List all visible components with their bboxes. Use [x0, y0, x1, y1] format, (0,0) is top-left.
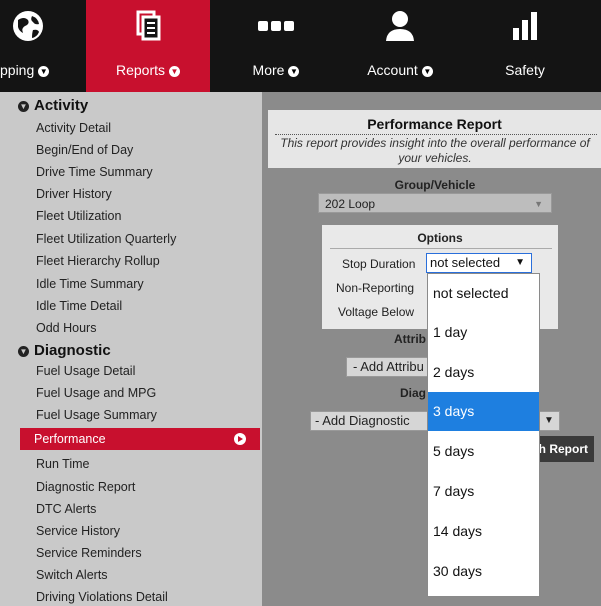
user-icon — [386, 11, 414, 41]
menu-item[interactable]: Run Time — [36, 457, 90, 471]
dropdown-option[interactable]: 30 days — [428, 552, 539, 591]
nav-item-safety[interactable]: Safety — [470, 0, 580, 92]
menu-item[interactable]: Diagnostic Report — [36, 480, 135, 494]
options-title: Options — [417, 231, 463, 245]
document-icon — [136, 10, 161, 41]
menu-item[interactable]: Idle Time Detail — [36, 299, 122, 313]
category-activity[interactable]: ▼ Activity — [18, 97, 88, 114]
menu-item[interactable]: Fleet Hierarchy Rollup — [36, 254, 160, 268]
menu-item[interactable]: Idle Time Summary — [36, 277, 144, 291]
chevron-down-icon: ▼ — [421, 66, 433, 77]
menu-item[interactable]: Service History — [36, 524, 120, 538]
generate-report-button[interactable]: h Report — [538, 436, 594, 462]
stop-duration-select[interactable]: not selected ▼ — [426, 253, 532, 273]
menu-item[interactable]: Driving Violations Detail — [36, 590, 168, 604]
play-icon — [234, 433, 246, 445]
nav-item-account[interactable]: Account ▼ — [338, 0, 462, 92]
menu-item[interactable]: Fuel Usage Detail — [36, 364, 135, 378]
menu-item[interactable]: Switch Alerts — [36, 568, 108, 582]
chevron-down-icon: ▼ — [534, 199, 543, 209]
menu-item[interactable]: Driver History — [36, 187, 112, 201]
menu-item[interactable]: Service Reminders — [36, 546, 142, 560]
nav-label-mapping: pping — [0, 62, 35, 78]
menu-item[interactable]: Drive Time Summary — [36, 165, 153, 179]
menu-item[interactable]: Begin/End of Day — [36, 143, 133, 157]
stop-duration-dropdown: not selected 1 day 2 days 3 days 5 days … — [427, 273, 540, 597]
voltage-below-label: Voltage Below — [338, 305, 415, 319]
dropdown-option[interactable]: 1 day — [428, 313, 539, 352]
menu-item[interactable]: DTC Alerts — [36, 502, 96, 516]
menu-item-performance-active[interactable]: Performance — [20, 428, 260, 450]
dropdown-option[interactable]: 7 days — [428, 472, 539, 511]
add-attribute-select[interactable]: - Add Attribu — [346, 357, 430, 377]
nav-label-safety: Safety — [505, 62, 545, 78]
nav-item-mapping[interactable]: pping ▼ — [0, 0, 72, 92]
top-nav: pping ▼ Reports ▼ More ▼ Account ▼ Safet… — [0, 0, 601, 92]
menu-item[interactable]: Activity Detail — [36, 121, 111, 135]
report-title: Performance Report — [367, 116, 502, 132]
dropdown-option-highlighted[interactable]: 3 days — [428, 392, 539, 431]
diagnostics-label: Diag — [400, 386, 427, 400]
bar-chart-icon — [513, 12, 537, 40]
report-description: This report provides insight into the ov… — [280, 136, 590, 165]
attributes-label: Attrib — [394, 332, 426, 346]
chevron-down-icon: ▼ — [288, 66, 300, 77]
chevron-down-icon: ▼ — [38, 66, 50, 77]
group-vehicle-select[interactable]: 202 Loop ▼ — [318, 193, 552, 213]
chevron-down-icon: ▼ — [18, 101, 29, 112]
chevron-down-icon: ▼ — [18, 346, 29, 357]
stop-duration-label: Stop Duration — [342, 257, 416, 271]
group-vehicle-label: Group/Vehicle — [394, 178, 476, 192]
nav-label-account: Account — [367, 62, 418, 78]
chevron-down-icon[interactable]: ▼ — [538, 411, 560, 431]
dropdown-option[interactable]: 14 days — [428, 512, 539, 551]
nav-item-more[interactable]: More ▼ — [224, 0, 328, 92]
menu-item[interactable]: Odd Hours — [36, 321, 96, 335]
add-diagnostic-select[interactable]: - Add Diagnostic — [310, 411, 430, 431]
dropdown-option[interactable]: 2 days — [428, 353, 539, 392]
divider — [330, 248, 552, 249]
menu-item[interactable]: Fuel Usage Summary — [36, 408, 157, 422]
globe-icon — [13, 11, 43, 41]
dropdown-option[interactable]: not selected — [428, 274, 539, 313]
nav-item-reports[interactable]: Reports ▼ — [86, 0, 210, 92]
divider — [275, 134, 597, 135]
menu-item[interactable]: Fleet Utilization Quarterly — [36, 232, 176, 246]
non-reporting-label: Non-Reporting — [336, 281, 415, 295]
more-dots-icon — [258, 21, 294, 31]
menu-item[interactable]: Fuel Usage and MPG — [36, 386, 156, 400]
nav-label-reports: Reports — [115, 62, 166, 78]
category-diagnostic[interactable]: ▼ Diagnostic — [18, 342, 111, 359]
dropdown-option[interactable]: 5 days — [428, 432, 539, 471]
menu-item[interactable]: Fleet Utilization — [36, 209, 121, 223]
chevron-down-icon: ▼ — [515, 257, 525, 268]
nav-label-more: More — [252, 62, 285, 78]
chevron-down-icon: ▼ — [169, 66, 181, 77]
